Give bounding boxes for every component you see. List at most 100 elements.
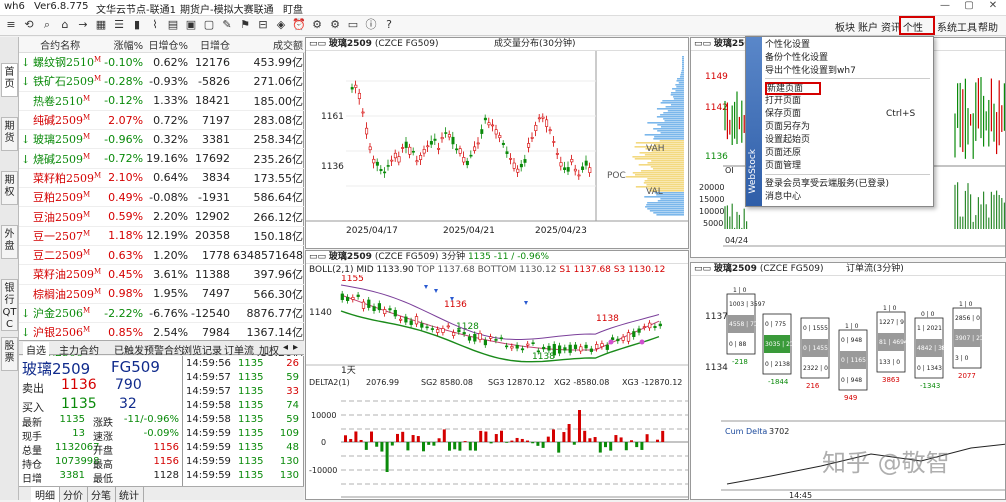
grid-icon[interactable]: ▦ [94, 18, 108, 32]
tab-home[interactable]: 首页 [1, 63, 18, 97]
dropdown-item[interactable]: 页面还原 [765, 147, 930, 160]
quote-row[interactable]: 菜籽油2509M0.45%3.61%11388397.96亿 [19, 265, 315, 284]
settings-icon[interactable]: ⚙ [328, 18, 342, 32]
calculator-icon[interactable]: ▭ [346, 18, 360, 32]
dropdown-item[interactable]: 登录会员享受云端服务(已登录) [765, 178, 930, 191]
dropdown-item[interactable]: 新建页面 [765, 82, 821, 95]
home-icon[interactable]: ⌂ [58, 18, 72, 32]
layout-icon[interactable]: ▤ [166, 18, 180, 32]
footprint-cell: 81 | 4694 [879, 339, 908, 346]
drawing-icon[interactable]: ✎ [220, 18, 234, 32]
dropdown-item[interactable]: 页面另存为 [765, 121, 930, 134]
header-contract[interactable]: 合约名称 [19, 37, 104, 53]
dropdown-item[interactable]: 备份个性化设置 [765, 52, 930, 65]
volume-profile-panel[interactable]: ▭▭ 玻璃2509 (CZCE FG509) 成交量分布(30分钟) 11611… [305, 37, 689, 249]
turnover: 586.64亿 [233, 188, 306, 207]
scroll-right-icon[interactable]: ▸ [293, 342, 298, 353]
bar-chart-icon[interactable]: ▮ [130, 18, 144, 32]
info-icon[interactable]: ⓘ [364, 18, 378, 32]
panel-menu-icon[interactable]: ▭▭ [309, 252, 326, 262]
trade-icon[interactable]: ◈ [274, 18, 288, 32]
quote-row[interactable]: ↓螺纹钢2510M-0.10%0.62%12176453.99亿 [19, 53, 315, 72]
menu-icon[interactable]: ≡ [4, 18, 18, 32]
quote-row[interactable]: 豆油2509M0.59%2.20%12902266.12亿 [19, 207, 315, 226]
header-oi-pct[interactable]: 日增仓% [146, 37, 191, 53]
boll-price: 1135 [468, 252, 491, 262]
tab-overseas[interactable]: 外盘 [1, 225, 18, 259]
tools-icon[interactable]: ⚙ [310, 18, 324, 32]
quote-row[interactable]: ↓铁矿石2509M-0.28%-0.93%-5826271.06亿 [19, 72, 315, 91]
line-chart-icon[interactable]: ⌇ [148, 18, 162, 32]
header-amount[interactable]: 成交额 [233, 37, 306, 53]
list-icon[interactable]: ☰ [112, 18, 126, 32]
dropdown-item[interactable]: 页面管理 [765, 160, 930, 173]
cum-delta-label: Cum Delta [725, 427, 767, 436]
tab-bank-otc[interactable]: 银行QTC [1, 279, 18, 331]
help-icon[interactable]: ? [382, 18, 396, 32]
tab-triggered-alerts[interactable]: 已触发预警合约 [114, 342, 184, 357]
sell-price[interactable]: 1136 [61, 377, 97, 393]
dropdown-item[interactable]: 消息中心 [765, 191, 930, 204]
candle-body [362, 112, 364, 113]
back-icon[interactable]: ⟲ [22, 18, 36, 32]
filter-icon[interactable]: ⊟ [256, 18, 270, 32]
tab-weighted[interactable]: 加权 [259, 342, 279, 357]
minimize-icon[interactable]: — [934, 0, 956, 16]
quote-row[interactable]: 棕榈油2509M0.98%1.95%7497566.30亿 [19, 284, 315, 303]
quote-row[interactable]: 豆粕2509M0.49%-0.08%-1931586.64亿 [19, 188, 315, 207]
header-oi[interactable]: 日增仓 [191, 37, 233, 53]
y-axis-label: -10000 [309, 466, 337, 475]
quote-row[interactable]: 纯碱2509M2.07%0.72%7197283.08亿 [19, 110, 315, 129]
delta-bar [427, 442, 430, 445]
stat-label: 最高 [93, 456, 113, 471]
close-icon[interactable]: ✕ [982, 0, 1004, 16]
flag-icon[interactable]: ⚑ [238, 18, 252, 32]
menu-system-tools[interactable]: 系统工具 [937, 19, 977, 34]
delta-bar [635, 442, 638, 447]
dropdown-item[interactable]: 打开页面 [765, 95, 930, 108]
alarm-icon[interactable]: ⏰ [292, 18, 306, 32]
tab-watchlist[interactable]: 自选 [23, 342, 49, 357]
tab-futures[interactable]: 期货 [1, 117, 18, 151]
footprint-top-cell: 1 | 0 [883, 305, 897, 312]
search-icon[interactable]: ⌕ [40, 18, 54, 32]
menu-help[interactable]: 帮助 [978, 19, 998, 34]
panel-menu-icon[interactable]: ▭▭ [694, 39, 711, 49]
menu-sector[interactable]: 板块 [835, 19, 855, 34]
dropdown-item[interactable]: 个性化设置 [765, 39, 930, 52]
scroll-left-icon[interactable]: ◂ [283, 342, 288, 353]
quote-row[interactable]: 热卷2510M-0.12%1.33%18421185.00亿 [19, 91, 315, 110]
volume-profile-chart[interactable]: 116111362025/04/172025/04/212025/04/23VA… [306, 51, 689, 249]
menu-account[interactable]: 账户 [858, 19, 878, 34]
candle-body [346, 297, 349, 300]
quote-row[interactable]: 豆一2507M1.18%12.19%20358150.18亿 [19, 226, 315, 245]
menu-personalize[interactable]: 个性化 [899, 16, 935, 35]
header-change[interactable]: 涨幅% [104, 37, 146, 53]
quote-row[interactable]: 菜籽粕2509M2.10%0.64%3834173.55亿 [19, 168, 315, 187]
menu-news[interactable]: 资讯 [881, 19, 901, 34]
candle-body [466, 161, 468, 165]
quote-row[interactable]: ↓烧碱2509M-0.72%19.16%17692235.26亿 [19, 149, 315, 168]
quote-row[interactable]: 豆二2509M0.63%1.20%17786348571648 [19, 245, 315, 264]
forward-icon[interactable]: → [76, 18, 90, 32]
lock-icon[interactable]: ▢ [202, 18, 216, 32]
window-icon[interactable]: ▣ [184, 18, 198, 32]
tab-stocks[interactable]: 股票 [1, 337, 18, 371]
buy-price[interactable]: 1135 [61, 396, 97, 412]
tab-options[interactable]: 期权 [1, 171, 18, 205]
boll-chart[interactable]: 1140115511361138112811381天DELTA2(1)2076.… [306, 275, 689, 500]
dropdown-item[interactable]: 设置起始页 [765, 134, 930, 147]
panel-menu-icon[interactable]: ▭▭ [694, 264, 711, 274]
boll-panel[interactable]: ▭▭ 玻璃2509 (CZCE FG509) 3分钟 1135 -11 / -0… [305, 250, 689, 500]
delta-bar [620, 437, 623, 442]
tab-order-flow[interactable]: 订单流 [224, 342, 254, 357]
delta-bar [349, 439, 352, 442]
dropdown-item[interactable]: 导出个性化设置到wh7 [765, 65, 930, 78]
quote-row[interactable]: ↓玻璃2509M-0.96%0.32%3381258.34亿 [19, 130, 315, 149]
panel-menu-icon[interactable]: ▭▭ [309, 39, 326, 49]
tab-browse-history[interactable]: 浏览记录 [182, 342, 222, 357]
quote-row[interactable]: ↓沪金2506M-2.22%-6.76%-125408876.77亿 [19, 303, 315, 322]
maximize-icon[interactable]: ▢ [958, 0, 980, 16]
tab-main-contracts[interactable]: 主力合约 [59, 342, 99, 357]
candle-body [564, 348, 567, 351]
